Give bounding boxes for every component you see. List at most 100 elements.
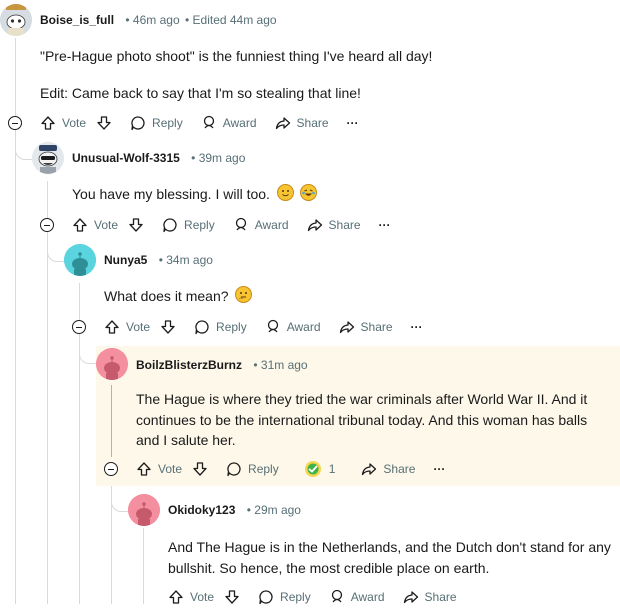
more-icon: ··· [410,320,423,334]
vote-label: Vote [158,462,183,476]
vote-button[interactable]: Vote [104,319,176,335]
award-badge-icon [304,461,321,477]
downvote-icon[interactable] [192,461,208,477]
comment-paragraph: "Pre-Hague photo shoot" is the funniest … [40,48,433,64]
share-label: Share [383,462,416,476]
share-icon [362,463,377,476]
reply-icon [131,116,145,131]
username[interactable]: BoilzBlisterzBurnz [136,358,242,372]
share-button[interactable]: Share [403,589,457,605]
vote-button[interactable]: Vote [168,589,240,605]
vote-button[interactable]: Vote [40,115,112,131]
vote-button[interactable]: Vote [72,217,144,233]
award-icon [235,217,246,231]
username[interactable]: Boise_is_full [40,13,114,27]
award-button[interactable]: Award [265,319,321,335]
thread-line-level-5[interactable] [143,528,144,604]
upvote-icon[interactable] [104,319,120,335]
downvote-icon[interactable] [128,217,144,233]
collapse-thread-button[interactable] [40,218,54,232]
timestamp[interactable]: 34m ago [166,253,213,267]
comment-actions: Vote Reply Award Share [168,584,475,610]
award-label: Award [254,218,289,232]
more-options-button[interactable]: ··· [347,116,359,130]
username[interactable]: Nunya5 [104,253,147,267]
highlight-accent-line [111,385,112,457]
collapse-thread-button[interactable] [8,116,22,130]
more-options-button[interactable]: ··· [433,462,445,476]
vote-label: Vote [62,116,87,130]
comment-body: What does it mean? [104,286,253,307]
share-icon [339,321,354,334]
username[interactable]: Okidoky123 [168,503,235,517]
timestamp[interactable]: 46m ago [133,13,180,27]
avatar[interactable] [128,494,160,526]
comment-paragraph: And The Hague is in the Netherlands, and… [168,539,611,576]
smiling-face-icon [276,184,294,201]
reply-label: Reply [216,320,247,334]
reply-button[interactable]: Reply [194,319,247,335]
comment-actions: Vote Reply Award Share ··· [72,212,409,238]
edited-label: Edited 44m ago [192,13,277,27]
share-button[interactable]: Share [307,217,361,233]
upvote-icon[interactable] [72,217,88,233]
collapse-thread-button[interactable] [72,320,86,334]
award-button[interactable]: Award [233,217,289,233]
share-button[interactable]: Share [339,319,393,335]
share-button[interactable]: Share [361,461,415,477]
avatar[interactable] [64,244,96,276]
more-options-button[interactable]: ··· [379,218,391,232]
award-button[interactable]: 1 [303,459,335,479]
separator: • [191,151,196,165]
comment-body: You have my blessing. I will too. [72,184,317,205]
award-button[interactable]: Award [329,589,385,605]
downvote-icon[interactable] [224,589,240,605]
share-label: Share [360,320,393,334]
avatar[interactable] [96,348,128,380]
comment-meta: Unusual-Wolf-3315 • 39m ago [72,150,245,166]
avatar[interactable] [0,4,32,36]
vote-label: Vote [126,320,151,334]
comment-actions: Vote Reply 1 Share ··· [136,456,463,482]
separator: • [125,13,130,27]
reply-icon [195,320,209,335]
comment-meta: Okidoky123 • 29m ago [168,502,301,518]
vote-button[interactable]: Vote [136,461,208,477]
default-snoo-avatar-icon [128,494,160,526]
award-icon [331,589,342,603]
thinking-face-icon [235,286,253,303]
share-button[interactable]: Share [275,115,329,131]
separator: • [158,253,163,267]
reply-button[interactable]: Reply [162,217,215,233]
upvote-icon[interactable] [40,115,56,131]
username[interactable]: Unusual-Wolf-3315 [72,151,180,165]
comment-actions: Vote Reply Award Share ··· [40,110,377,136]
downvote-icon[interactable] [96,115,112,131]
award-label: Award [286,320,321,334]
more-icon: ··· [433,462,446,476]
reply-icon [163,218,177,233]
timestamp[interactable]: 39m ago [199,151,246,165]
avatar[interactable] [32,142,64,174]
comment-body: The Hague is where they tried the war cr… [136,389,596,451]
tears-of-joy-icon [299,184,317,201]
upvote-icon[interactable] [168,589,184,605]
separator: • [246,503,251,517]
reply-icon [227,462,241,477]
reply-label: Reply [152,116,183,130]
default-snoo-avatar-icon [96,348,128,380]
reply-button[interactable]: Reply [130,115,183,131]
reply-button[interactable]: Reply [226,461,279,477]
comment-body: And The Hague is in the Netherlands, and… [168,537,616,578]
collapse-thread-button[interactable] [104,462,118,476]
comment-paragraph: What does it mean? [104,288,229,304]
timestamp[interactable]: 29m ago [254,503,301,517]
share-label: Share [296,116,329,130]
comment-paragraph: You have my blessing. I will too. [72,186,270,202]
downvote-icon[interactable] [160,319,176,335]
upvote-icon[interactable] [136,461,152,477]
more-options-button[interactable]: ··· [411,320,423,334]
timestamp[interactable]: 31m ago [261,358,308,372]
award-button[interactable]: Award [201,115,257,131]
reply-button[interactable]: Reply [258,589,311,605]
